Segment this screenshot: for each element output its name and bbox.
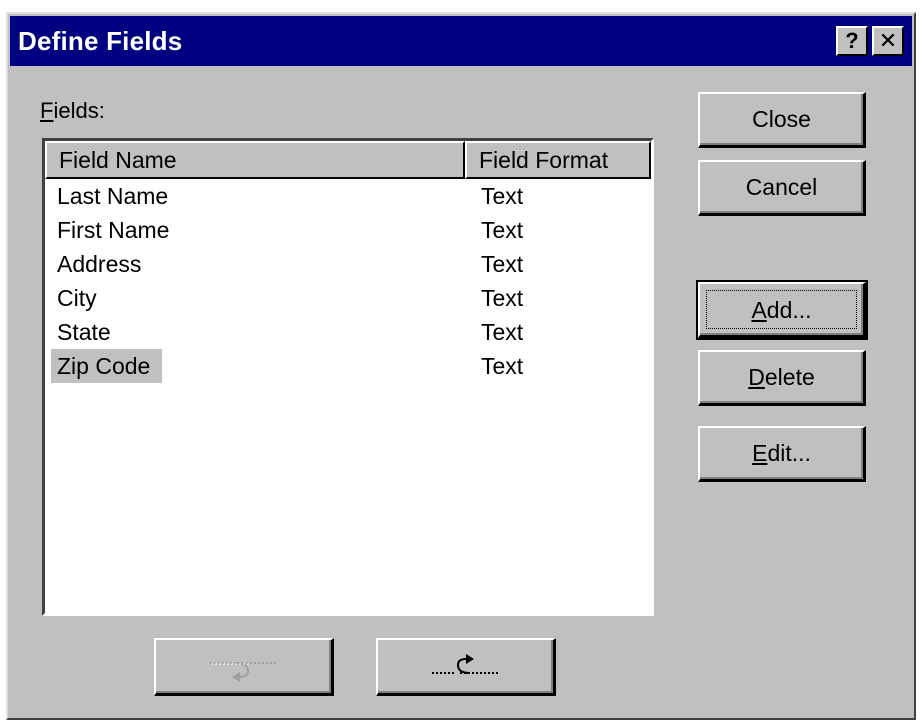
- fields-label: Fields:: [40, 98, 105, 123]
- field-name-cell: Last Name: [57, 183, 169, 209]
- field-format-cell: Text: [481, 353, 524, 379]
- focus-rectangle: Add...: [706, 290, 857, 329]
- field-name-cell: State: [57, 319, 111, 345]
- column-header-field-format[interactable]: Field Format: [465, 141, 651, 179]
- field-format-cell: Text: [481, 251, 524, 277]
- close-icon: ✕: [878, 28, 898, 53]
- cancel-button[interactable]: Cancel: [698, 160, 866, 216]
- fields-listview[interactable]: Field Name Field Format Last Name Text F…: [42, 138, 654, 616]
- title-bar: Define Fields ? ✕: [10, 16, 912, 66]
- define-fields-dialog: Define Fields ? ✕ Fields: Field Name Fie…: [6, 12, 916, 720]
- edit-button[interactable]: Edit...: [698, 426, 866, 482]
- field-format-cell: Text: [481, 183, 524, 209]
- table-row[interactable]: State Text: [45, 315, 651, 349]
- add-button[interactable]: Add...: [696, 280, 868, 340]
- field-name-cell: City: [57, 285, 97, 311]
- close-window-button[interactable]: ✕: [872, 26, 904, 56]
- table-row[interactable]: Address Text: [45, 247, 651, 281]
- help-button[interactable]: ?: [836, 26, 868, 56]
- field-format-cell: Text: [481, 285, 524, 311]
- table-row[interactable]: Last Name Text: [45, 179, 651, 213]
- move-field-down-button[interactable]: [154, 638, 334, 696]
- field-name-cell: Address: [57, 251, 142, 277]
- field-format-cell: Text: [481, 319, 524, 345]
- field-name-cell: Zip Code: [51, 349, 163, 383]
- table-row[interactable]: City Text: [45, 281, 651, 315]
- arrow-right-hook-icon: [209, 661, 278, 682]
- window-title: Define Fields: [18, 26, 183, 56]
- listview-header: Field Name Field Format: [45, 141, 651, 179]
- table-row[interactable]: First Name Text: [45, 213, 651, 247]
- field-format-cell: Text: [481, 217, 524, 243]
- field-name-cell: First Name: [57, 217, 170, 243]
- column-header-field-name[interactable]: Field Name: [45, 141, 465, 179]
- table-row-selected[interactable]: Zip Code Text: [45, 349, 651, 383]
- delete-button[interactable]: Delete: [698, 350, 866, 406]
- move-field-up-button[interactable]: [376, 638, 556, 696]
- close-button[interactable]: Close: [698, 92, 866, 148]
- arrow-left-hook-icon: [431, 653, 500, 674]
